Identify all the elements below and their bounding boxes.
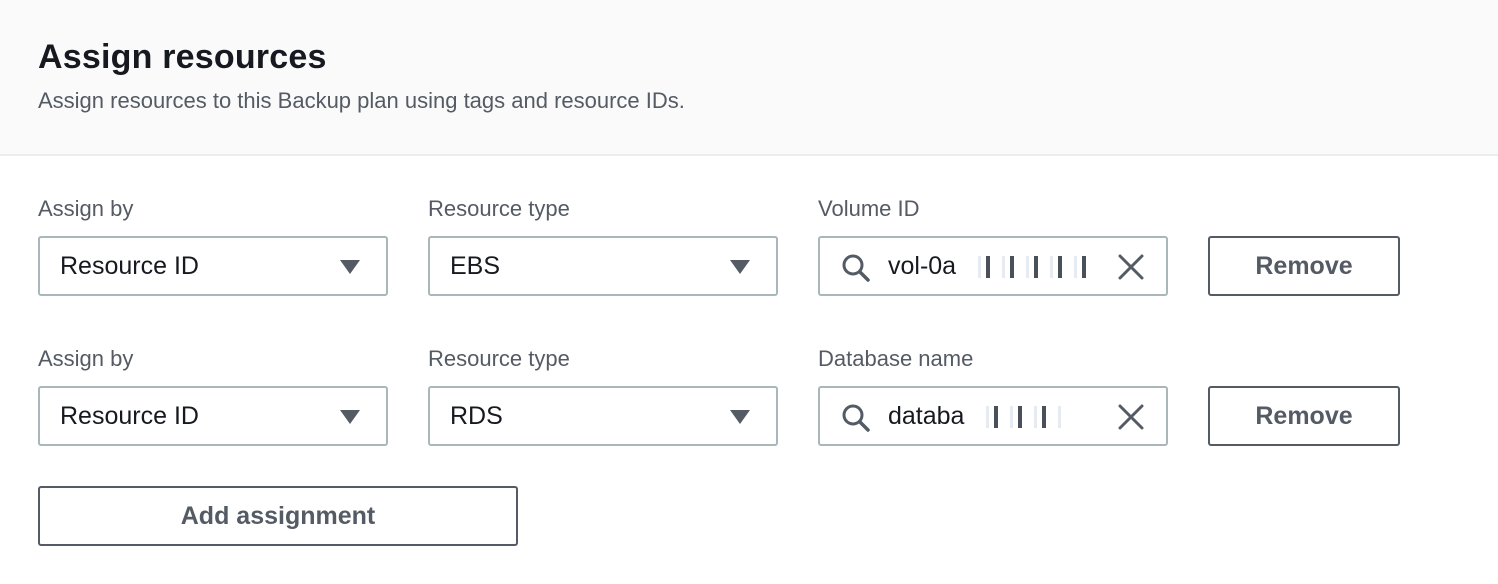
resource-type-label: Resource type	[428, 346, 570, 371]
resource-type-label: Resource type	[428, 196, 570, 221]
assign-by-value: Resource ID	[60, 402, 199, 430]
caret-down-icon	[340, 410, 360, 424]
page-description: Assign resources to this Backup plan usi…	[38, 88, 685, 113]
resource-type-value: EBS	[450, 252, 501, 280]
resource-type-select[interactable]: EBS	[428, 236, 778, 296]
caret-down-icon	[730, 260, 750, 274]
assign-by-select[interactable]: Resource ID	[38, 236, 388, 296]
search-icon	[842, 254, 870, 282]
database-name-label: Database name	[818, 346, 974, 371]
close-icon[interactable]	[1116, 252, 1146, 282]
assign-by-label: Assign by	[38, 346, 134, 371]
assignment-row-2: Assign by Resource ID Resource type RDS …	[0, 342, 1498, 462]
assign-by-select[interactable]: Resource ID	[38, 386, 388, 446]
assignment-row-1: Assign by Resource ID Resource type EBS …	[0, 192, 1498, 312]
redacted-text	[980, 406, 1064, 428]
assign-by-label: Assign by	[38, 196, 134, 221]
caret-down-icon	[340, 260, 360, 274]
remove-button[interactable]: Remove	[1208, 236, 1400, 296]
resource-type-value: RDS	[450, 402, 503, 430]
close-icon[interactable]	[1116, 402, 1146, 432]
volume-id-search[interactable]	[818, 236, 1168, 296]
assign-by-value: Resource ID	[60, 252, 199, 280]
database-name-search[interactable]	[818, 386, 1168, 446]
caret-down-icon	[730, 410, 750, 424]
resource-type-select[interactable]: RDS	[428, 386, 778, 446]
add-assignment-button[interactable]: Add assignment	[38, 486, 518, 546]
search-icon	[842, 404, 870, 432]
volume-id-label: Volume ID	[818, 196, 920, 221]
redacted-text	[972, 256, 1090, 278]
remove-button[interactable]: Remove	[1208, 386, 1400, 446]
page-title: Assign resources	[38, 38, 327, 76]
section-header: Assign resources Assign resources to thi…	[0, 0, 1498, 156]
